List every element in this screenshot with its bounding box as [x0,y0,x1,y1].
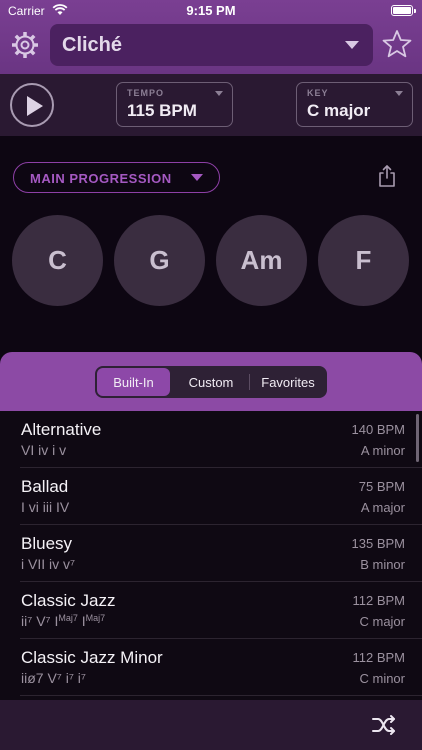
list-item[interactable]: Bluesy i VII iv v⁷ 135 BPM B minor [0,525,422,582]
chord-button[interactable]: C [12,215,103,306]
main-progression-dropdown[interactable]: MAIN PROGRESSION [13,162,220,193]
library-header: Built-In Custom Favorites [0,352,422,411]
tab-divider [249,374,250,390]
item-name: Ballad [21,477,69,496]
tempo-picker[interactable]: TEMPO 115 BPM [116,82,233,127]
item-key: C minor [359,671,405,686]
tab-favorites[interactable]: Favorites [251,368,325,396]
chevron-down-icon [345,41,359,49]
list-item[interactable]: Classic Jazz Minor iiø7 V⁷ i⁷ i⁷ 112 BPM… [0,639,422,696]
item-bpm: 112 BPM [352,593,405,608]
tab-built-in[interactable]: Built-In [97,368,170,396]
key-value: C major [307,101,371,120]
item-name: Alternative [21,420,102,439]
item-bpm: 112 BPM [352,650,405,665]
status-bar: Carrier 9:15 PM [0,0,422,22]
item-numerals: ii⁷ V⁷ IMaj7 IMaj7 [21,613,106,629]
item-numerals: VI iv i v [21,442,67,458]
item-bpm: 140 BPM [351,422,405,437]
item-bpm: 75 BPM [358,479,405,494]
battery-icon [391,5,416,16]
chevron-down-icon [395,91,403,96]
scrollbar[interactable] [416,414,419,462]
tempo-value: 115 BPM [127,101,197,120]
item-numerals: iiø7 V⁷ i⁷ i⁷ [21,670,86,686]
tab-custom[interactable]: Custom [172,368,250,396]
chevron-down-icon [215,91,223,96]
play-button[interactable] [10,83,54,127]
item-key: A minor [360,443,405,458]
key-label: KEY [307,88,329,98]
progression-list[interactable]: Alternative VI iv i v 140 BPM A minor Ba… [0,411,422,700]
shuffle-icon[interactable] [371,714,397,736]
item-name: Classic Jazz Minor [21,648,163,667]
chevron-down-icon [191,174,203,181]
list-item[interactable]: Alternative VI iv i v 140 BPM A minor [0,411,422,468]
divider [20,695,422,696]
chord-button[interactable]: Am [216,215,307,306]
item-name: Bluesy [21,534,73,553]
transport-bar: TEMPO 115 BPM KEY C major [0,74,422,136]
chord-button[interactable]: F [318,215,409,306]
list-item[interactable]: Ballad I vi iii IV 75 BPM A major [0,468,422,525]
key-picker[interactable]: KEY C major [296,82,413,127]
list-item[interactable]: Classic Jazz ii⁷ V⁷ IMaj7 IMaj7 112 BPM … [0,582,422,639]
header: Carrier 9:15 PM Cliché [0,0,422,74]
tempo-label: TEMPO [127,88,165,98]
item-numerals: I vi iii IV [21,499,70,515]
share-icon[interactable] [377,164,397,188]
star-icon[interactable] [382,29,412,59]
item-key: C major [359,614,405,629]
item-name: Classic Jazz [21,591,116,610]
progression-title-dropdown[interactable]: Cliché [50,24,373,66]
status-time: 9:15 PM [186,3,236,18]
main-progression-label: MAIN PROGRESSION [30,171,172,186]
item-key: A major [360,500,405,515]
library-tabs: Built-In Custom Favorites [95,366,327,398]
item-bpm: 135 BPM [351,536,405,551]
play-icon [27,96,43,116]
bottom-toolbar [0,700,422,750]
chord-button[interactable]: G [114,215,205,306]
page-title: Cliché [62,34,123,56]
item-key: B minor [360,557,405,572]
item-numerals: i VII iv v⁷ [21,556,76,572]
gear-icon[interactable] [10,30,40,60]
